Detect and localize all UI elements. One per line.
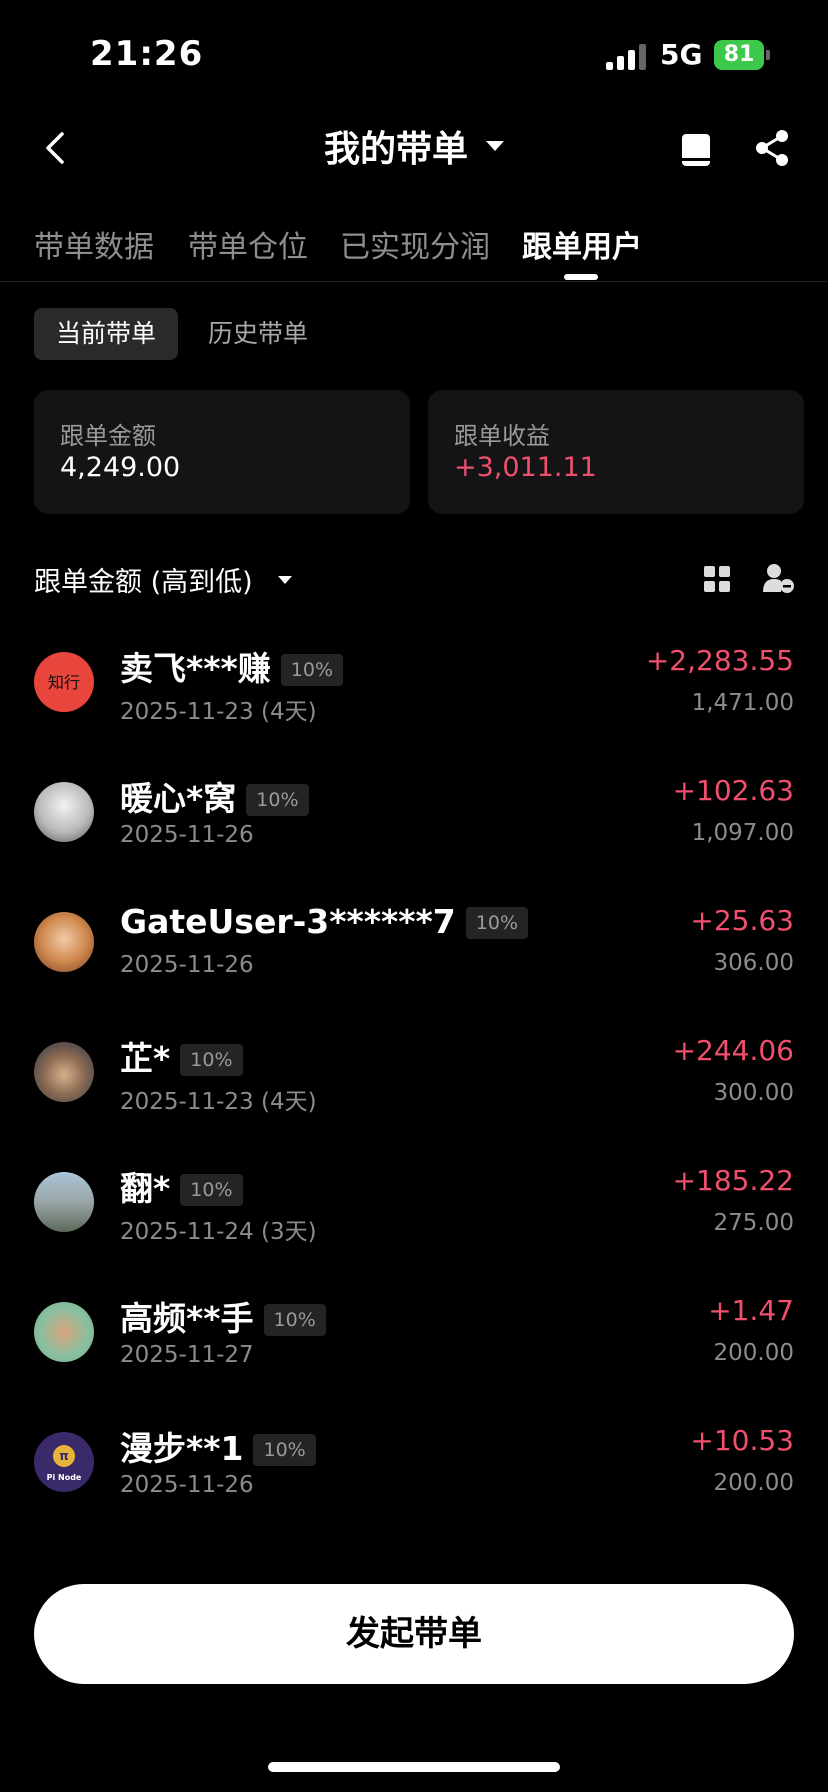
tab-active-indicator xyxy=(564,274,598,280)
list-item[interactable]: GateUser-3******7 10% 2025-11-26 +25.63 3… xyxy=(0,882,828,1012)
chevron-down-icon xyxy=(486,141,504,151)
svg-text:π: π xyxy=(59,1449,69,1463)
summary-profit-value: +3,011.11 xyxy=(454,452,597,483)
battery-icon: 81 xyxy=(714,40,770,70)
home-indicator xyxy=(268,1762,560,1772)
status-time: 21:26 xyxy=(90,34,204,74)
follow-date: 2025-11-26 xyxy=(120,1472,254,1498)
header: 我的带单 xyxy=(0,110,828,190)
svg-text:知行: 知行 xyxy=(48,673,80,692)
summary-amount-label: 跟单金额 xyxy=(60,422,156,450)
follow-date: 2025-11-23 (4天) xyxy=(120,699,317,725)
list-item[interactable]: 翻* 10% 2025-11-24 (3天) +185.22 275.00 xyxy=(0,1142,828,1272)
list-item[interactable]: π Pi Node 漫步**1 10% 2025-11-26 +10.53 200… xyxy=(0,1402,828,1532)
tab-realized-profit-share[interactable]: 已实现分润 xyxy=(340,222,490,266)
follow-date: 2025-11-26 xyxy=(120,952,254,978)
list-item[interactable]: 暖心*窝 10% 2025-11-26 +102.63 1,097.00 xyxy=(0,752,828,882)
user-name: 暖心*窝 xyxy=(120,779,237,818)
share-ratio-badge: 10% xyxy=(263,1304,326,1336)
sort-row: 跟单金额 (高到低) xyxy=(34,556,794,600)
user-amount: 200.00 xyxy=(713,1340,794,1366)
list-item[interactable]: 知行 卖飞***赚 10% 2025-11-23 (4天) +2,283.55 1… xyxy=(0,622,828,752)
follow-date: 2025-11-27 xyxy=(120,1342,254,1368)
battery-level: 81 xyxy=(714,40,764,70)
screen: 21:26 5G 81 我的带单 带单数据 带单仓位 已实现分润 跟单用户 当前… xyxy=(0,0,828,1792)
user-name: 卖飞***赚 xyxy=(120,649,271,688)
summary-card-amount: 跟单金额 4,249.00 xyxy=(34,390,410,514)
user-pnl: +244.06 xyxy=(672,1034,794,1067)
tab-trading-data[interactable]: 带单数据 xyxy=(34,222,154,266)
avatar: 知行 xyxy=(34,652,94,712)
user-amount: 306.00 xyxy=(713,950,794,976)
user-name: 翻* xyxy=(120,1169,171,1208)
avatar xyxy=(34,1302,94,1362)
user-pnl: +102.63 xyxy=(672,774,794,807)
user-pnl: +2,283.55 xyxy=(645,644,794,677)
avatar xyxy=(34,1172,94,1232)
share-ratio-badge: 10% xyxy=(253,1434,316,1466)
user-amount: 1,097.00 xyxy=(691,820,794,846)
tab-followers[interactable]: 跟单用户 xyxy=(522,222,642,266)
grid-icon[interactable] xyxy=(704,566,730,592)
share-ratio-badge: 10% xyxy=(465,907,529,939)
user-amount: 1,471.00 xyxy=(691,690,794,716)
user-pnl: +25.63 xyxy=(690,904,794,937)
list-item[interactable]: 高频**手 10% 2025-11-27 +1.47 200.00 xyxy=(0,1272,828,1402)
user-name: GateUser-3******7 xyxy=(120,902,456,941)
tab-bar: 带单数据 带单仓位 已实现分润 跟单用户 xyxy=(0,210,828,282)
avatar xyxy=(34,1042,94,1102)
sort-dropdown[interactable]: 跟单金额 (高到低) xyxy=(34,560,253,599)
summary-card-profit: 跟单收益 +3,011.11 xyxy=(428,390,804,514)
remove-user-icon[interactable] xyxy=(762,562,794,594)
user-pnl: +185.22 xyxy=(672,1164,794,1197)
avatar xyxy=(34,912,94,972)
avatar xyxy=(34,782,94,842)
page-title: 我的带单 xyxy=(323,129,468,170)
user-amount: 300.00 xyxy=(713,1080,794,1106)
share-ratio-badge: 10% xyxy=(246,784,309,816)
share-icon[interactable] xyxy=(752,128,792,168)
summary-amount-value: 4,249.00 xyxy=(60,452,181,483)
avatar-label: Pi Node xyxy=(47,1473,82,1482)
list-item[interactable]: 芷* 10% 2025-11-23 (4天) +244.06 300.00 xyxy=(0,1012,828,1142)
tab-positions[interactable]: 带单仓位 xyxy=(188,222,308,266)
signal-icon xyxy=(606,44,648,70)
share-ratio-badge: 10% xyxy=(280,654,344,686)
caret-down-icon[interactable] xyxy=(278,576,292,584)
user-amount: 200.00 xyxy=(713,1470,794,1496)
status-bar: 21:26 5G 81 xyxy=(0,0,828,110)
network-label: 5G xyxy=(660,38,703,71)
user-name: 漫步**1 xyxy=(120,1429,244,1468)
share-ratio-badge: 10% xyxy=(180,1174,243,1206)
segment-current[interactable]: 当前带单 xyxy=(34,308,178,360)
user-pnl: +1.47 xyxy=(708,1294,794,1327)
user-name: 高频**手 xyxy=(120,1299,254,1338)
user-name: 芷* xyxy=(120,1039,171,1078)
start-copy-trading-button[interactable]: 发起带单 xyxy=(34,1584,794,1684)
share-ratio-badge: 10% xyxy=(180,1044,243,1076)
summary-profit-label: 跟单收益 xyxy=(454,422,550,450)
user-pnl: +10.53 xyxy=(690,1424,794,1457)
book-icon[interactable] xyxy=(678,130,714,170)
follow-date: 2025-11-24 (3天) xyxy=(120,1219,317,1245)
user-amount: 275.00 xyxy=(713,1210,794,1236)
follow-date: 2025-11-23 (4天) xyxy=(120,1089,317,1115)
follow-date: 2025-11-26 xyxy=(120,822,254,848)
segment-history[interactable]: 历史带单 xyxy=(208,308,308,360)
avatar: π Pi Node xyxy=(34,1432,94,1492)
